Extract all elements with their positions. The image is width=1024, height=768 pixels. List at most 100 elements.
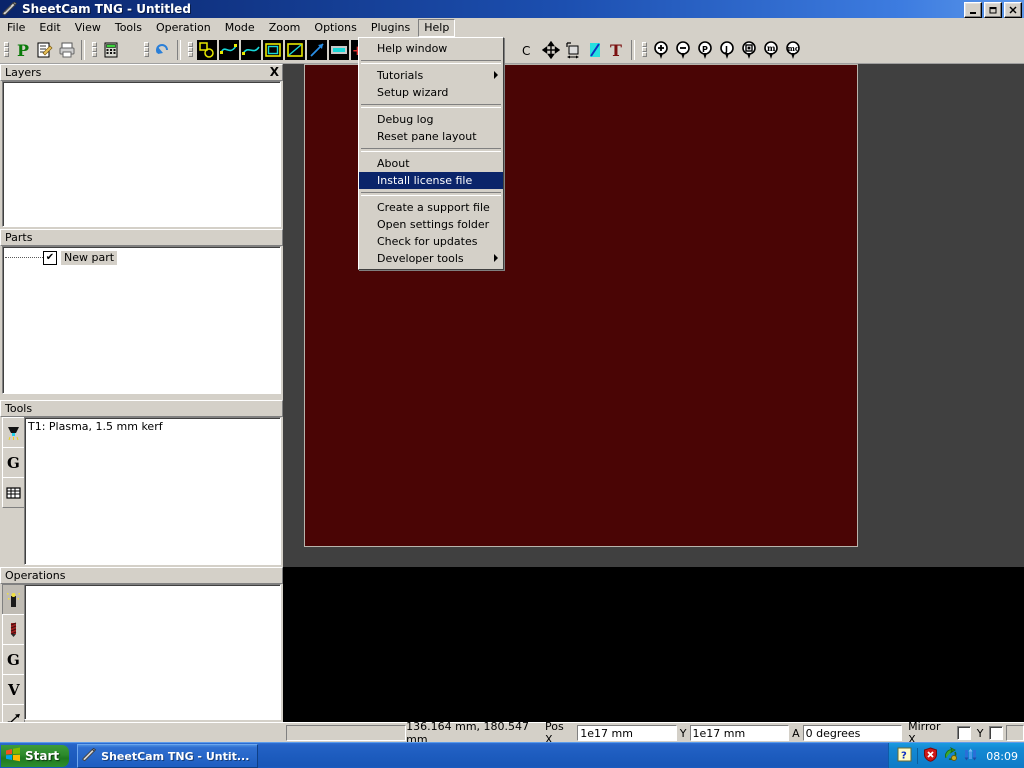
menu-item-reset-pane-layout[interactable]: Reset pane layout <box>359 128 503 145</box>
left-dock: Layers X Parts ✔ New part Tools G T1: Pl… <box>0 64 283 735</box>
operations-list[interactable] <box>24 584 281 720</box>
angle-field[interactable]: 0 degrees <box>802 725 903 741</box>
line-button[interactable] <box>306 39 328 61</box>
add-drill-button[interactable] <box>2 614 25 645</box>
layers-list[interactable] <box>2 81 281 227</box>
menu-item-install-license-file[interactable]: Install license file <box>359 172 503 189</box>
close-button[interactable] <box>1004 2 1022 18</box>
network-tray-icon[interactable] <box>963 747 978 765</box>
diagonal-box-button[interactable] <box>284 39 306 61</box>
menu-view[interactable]: View <box>69 19 107 37</box>
edit-job-button[interactable] <box>34 39 56 61</box>
zoom-out-button[interactable] <box>672 39 694 61</box>
menu-help[interactable]: Help <box>418 18 456 37</box>
toolbar-grip-3[interactable] <box>143 40 150 60</box>
toolbar-grip[interactable] <box>3 40 10 60</box>
tree-connector <box>5 257 43 259</box>
pos-y-field[interactable]: 1e17 mm <box>689 725 790 741</box>
menu-item-open-settings-folder[interactable]: Open settings folder <box>359 216 503 233</box>
maximize-button[interactable] <box>984 2 1002 18</box>
start-button[interactable]: Start <box>1 745 70 767</box>
statusbar-progress-cell <box>286 725 407 741</box>
rectangle-button[interactable] <box>262 39 284 61</box>
add-gcode-button[interactable]: G <box>2 644 25 675</box>
mirror-button[interactable] <box>584 39 606 61</box>
tools-rail: G <box>2 417 25 565</box>
print-button[interactable] <box>56 39 78 61</box>
tool-table-button[interactable] <box>2 477 25 508</box>
recycle-tray-icon[interactable] <box>943 746 958 765</box>
spline-button[interactable] <box>240 39 262 61</box>
taskbar: Start SheetCam TNG - Untit... ? 08:09 <box>0 742 1024 768</box>
main-toolbar: P C T P J m mc <box>0 37 1024 64</box>
resize-button[interactable] <box>562 39 584 61</box>
menu-item-developer-tools[interactable]: Developer tools <box>359 250 503 267</box>
menu-edit[interactable]: Edit <box>33 19 66 37</box>
taskbar-item-sheetcam[interactable]: SheetCam TNG - Untit... <box>77 744 259 768</box>
fill-button[interactable] <box>328 39 350 61</box>
zoom-machine-button[interactable]: mc <box>782 39 804 61</box>
zoom-job-button[interactable]: J <box>716 39 738 61</box>
select-shapes-button[interactable] <box>196 39 218 61</box>
parts-tree[interactable]: ✔ New part <box>2 246 281 394</box>
pos-y-label: Y <box>679 726 687 740</box>
menu-operation[interactable]: Operation <box>150 19 217 37</box>
toolbar-grip-4[interactable] <box>187 40 194 60</box>
zoom-material-button[interactable]: m <box>760 39 782 61</box>
system-tray: ? 08:09 <box>888 743 1024 768</box>
clock[interactable]: 08:09 <box>986 750 1018 763</box>
menu-item-tutorials[interactable]: Tutorials <box>359 67 503 84</box>
menu-zoom[interactable]: Zoom <box>263 19 307 37</box>
menu-item-create-a-support-file[interactable]: Create a support file <box>359 199 503 216</box>
menu-item-about[interactable]: About <box>359 155 503 172</box>
add-plasma-tool-button[interactable] <box>2 417 25 448</box>
menu-tools[interactable]: Tools <box>109 19 148 37</box>
toolbar-grip-5[interactable] <box>641 40 648 60</box>
mirror-x-checkbox[interactable] <box>956 726 971 740</box>
help-tray-icon[interactable]: ? <box>897 747 912 765</box>
menu-separator-3 <box>361 148 501 152</box>
menu-item-debug-log[interactable]: Debug log <box>359 111 503 128</box>
copy-button[interactable]: C <box>518 39 540 61</box>
calculator-button[interactable] <box>100 39 122 61</box>
svg-text:G: G <box>7 454 20 471</box>
menu-mode[interactable]: Mode <box>219 19 261 37</box>
menu-options[interactable]: Options <box>308 19 362 37</box>
undo-button[interactable] <box>152 39 174 61</box>
toolbar-separator-2 <box>177 40 181 60</box>
layers-pane: Layers X <box>0 64 283 229</box>
tree-item-new-part[interactable]: ✔ New part <box>3 249 280 266</box>
zoom-part-button[interactable]: P <box>694 39 716 61</box>
pos-x-field[interactable]: 1e17 mm <box>577 725 677 741</box>
polyline-button[interactable] <box>218 39 240 61</box>
menu-plugins[interactable]: Plugins <box>365 19 416 37</box>
add-g-tool-button[interactable]: G <box>2 447 25 478</box>
new-job-button[interactable]: P <box>12 39 34 61</box>
menu-item-help-window[interactable]: Help window <box>359 40 503 57</box>
add-jet-cutting-button[interactable] <box>2 584 25 615</box>
mirror-y-checkbox[interactable] <box>989 726 1004 740</box>
add-vector-engrave-button[interactable]: V <box>2 674 25 705</box>
security-shield-tray-icon[interactable] <box>923 747 938 765</box>
tools-list[interactable]: T1: Plasma, 1.5 mm kerf <box>24 417 281 565</box>
menu-file[interactable]: File <box>1 19 31 37</box>
minimize-button[interactable] <box>964 2 982 18</box>
layers-pane-caption: Layers X <box>0 64 283 81</box>
statusbar: 136.164 mm, 180.547 mm Pos X 1e17 mm Y 1… <box>0 720 1024 746</box>
list-item[interactable]: T1: Plasma, 1.5 mm kerf <box>25 418 280 434</box>
menu-item-setup-wizard[interactable]: Setup wizard <box>359 84 503 101</box>
tools-pane-title: Tools <box>5 402 33 415</box>
move-button[interactable] <box>540 39 562 61</box>
operations-rail: G V <box>2 584 25 735</box>
zoom-extents-button[interactable] <box>738 39 760 61</box>
menu-separator-2 <box>361 104 501 108</box>
zoom-in-button[interactable] <box>650 39 672 61</box>
close-icon[interactable]: X <box>270 65 279 79</box>
toolbar-grip-2[interactable] <box>91 40 98 60</box>
part-checkbox[interactable]: ✔ <box>43 250 57 265</box>
menu-item-label: Create a support file <box>377 201 490 214</box>
menu-item-label: Open settings folder <box>377 218 490 231</box>
text-button[interactable]: T <box>606 39 628 61</box>
statusbar-resize-grip[interactable] <box>1006 725 1024 741</box>
menu-item-check-for-updates[interactable]: Check for updates <box>359 233 503 250</box>
